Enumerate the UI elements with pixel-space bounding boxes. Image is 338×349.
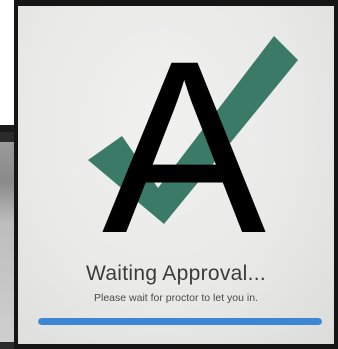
app-logo: A [88,20,298,240]
progress-bar-fill [38,318,322,325]
status-title: Waiting Approval... [85,262,266,285]
approval-screen: A Waiting Approval... Please wait for pr… [18,6,334,344]
logo-letter: A [102,20,266,240]
progress-bar [38,318,322,325]
status-subtitle: Please wait for proctor to let you in. [94,292,258,304]
